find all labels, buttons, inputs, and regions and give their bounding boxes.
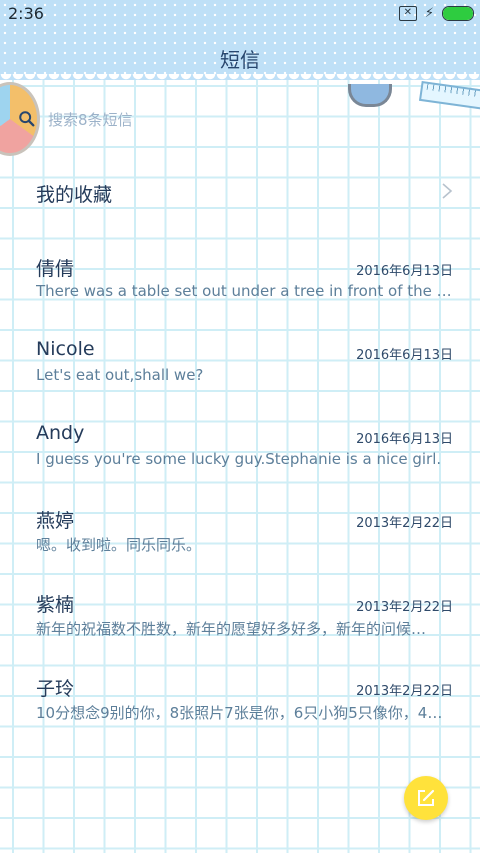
status-icons: ✕ ⚡ bbox=[398, 6, 474, 21]
lace-border bbox=[0, 74, 480, 86]
search-placeholder: 搜索8条短信 bbox=[48, 110, 133, 129]
app-header: 短信 bbox=[0, 28, 480, 80]
message-item[interactable]: 倩倩 2016年6月13日 There was a table set out … bbox=[0, 254, 480, 324]
message-date: 2013年2月22日 bbox=[356, 684, 453, 699]
compose-icon bbox=[418, 789, 435, 806]
message-item[interactable]: 燕婷 2013年2月22日 嗯。收到啦。同乐同乐。 bbox=[0, 506, 480, 576]
message-preview: 10分想念9别的你，8张照片7张是你，6只小狗5只像你，4… bbox=[36, 704, 443, 722]
battery-fill bbox=[443, 7, 473, 20]
message-preview: 嗯。收到啦。同乐同乐。 bbox=[36, 536, 202, 554]
message-date: 2013年2月22日 bbox=[356, 516, 453, 531]
bolt-icon: ⚡ bbox=[424, 6, 434, 21]
message-preview: There was a table set out under a tree i… bbox=[36, 282, 454, 300]
message-item[interactable]: 紫楠 2013年2月22日 新年的祝福数不胜数，新年的愿望好多好多，新年的问候… bbox=[0, 590, 480, 660]
message-date: 2013年2月22日 bbox=[356, 600, 453, 615]
decoration-cup bbox=[348, 84, 392, 107]
message-item[interactable]: 子玲 2013年2月22日 10分想念9别的你，8张照片7张是你，6只小狗5只像… bbox=[0, 674, 480, 744]
close-box-icon: ✕ bbox=[398, 6, 417, 21]
favorites-label: 我的收藏 bbox=[36, 184, 113, 206]
message-sender: Andy bbox=[36, 422, 85, 444]
compose-button[interactable] bbox=[404, 776, 448, 820]
search-icon bbox=[19, 111, 35, 127]
message-item[interactable]: Andy 2016年6月13日 I guess you're some luck… bbox=[0, 422, 480, 492]
message-date: 2016年6月13日 bbox=[356, 348, 453, 363]
status-bar: 2:36 ✕ ⚡ bbox=[0, 0, 480, 28]
message-preview: 新年的祝福数不胜数，新年的愿望好多好多，新年的问候… bbox=[36, 620, 427, 638]
battery-icon bbox=[442, 6, 474, 21]
message-date: 2016年6月13日 bbox=[356, 264, 453, 279]
message-sender: 子玲 bbox=[36, 678, 75, 700]
message-preview: I guess you're some lucky guy.Stephanie … bbox=[36, 450, 442, 468]
message-date: 2016年6月13日 bbox=[356, 432, 453, 447]
message-preview: Let's eat out,shall we? bbox=[36, 366, 204, 384]
favorites-row[interactable]: 我的收藏 bbox=[0, 170, 480, 214]
chevron-right-icon bbox=[442, 183, 453, 199]
message-item[interactable]: Nicole 2016年6月13日 Let's eat out,shall we… bbox=[0, 338, 480, 408]
search-bar[interactable]: 搜索8条短信 bbox=[14, 106, 454, 132]
status-time: 2:36 bbox=[8, 4, 44, 23]
message-sender: 倩倩 bbox=[36, 258, 75, 280]
message-sender: 紫楠 bbox=[36, 594, 75, 616]
page-title: 短信 bbox=[220, 48, 260, 72]
message-sender: Nicole bbox=[36, 338, 95, 360]
message-sender: 燕婷 bbox=[36, 510, 75, 532]
